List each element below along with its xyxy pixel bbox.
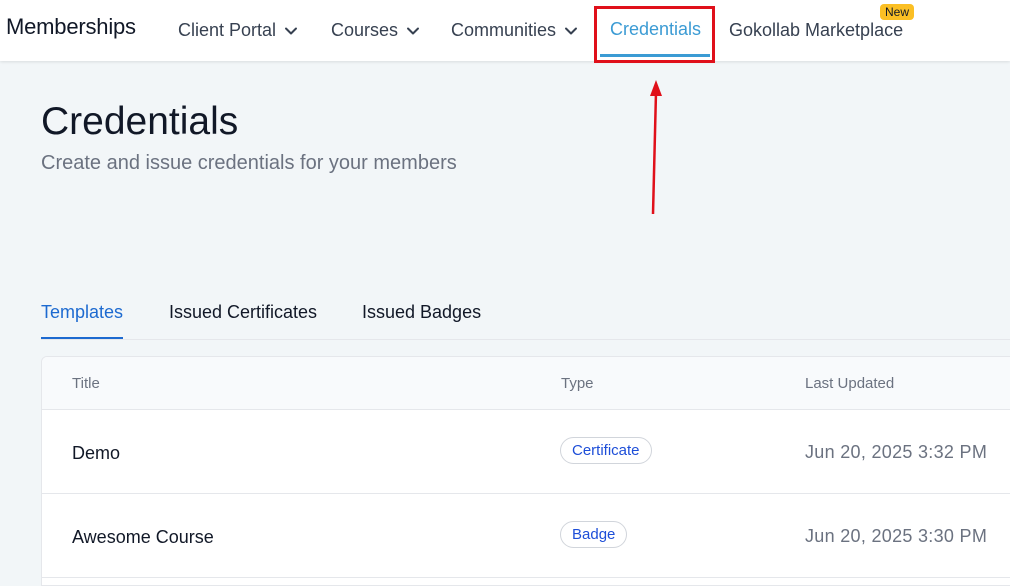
row-title[interactable]: Awesome Course [72,527,214,548]
chevron-down-icon [565,27,578,34]
nav-item-communities[interactable]: Communities [451,20,578,41]
table-header: Title Type Last Updated [42,357,1010,410]
nav-item-client-portal[interactable]: Client Portal [178,20,298,41]
tab-issued-certificates[interactable]: Issued Certificates [169,302,317,323]
type-badge: Certificate [560,437,652,464]
chevron-down-icon [285,27,298,34]
column-header-title[interactable]: Title [72,375,100,392]
chevron-down-icon [407,27,420,34]
table-row[interactable]: Awesome Course Badge Jun 20, 2025 3:30 P… [42,494,1010,578]
nav-item-label: Gokollab Marketplace [729,20,904,40]
tab-issued-badges[interactable]: Issued Badges [362,302,481,323]
templates-table: Title Type Last Updated Demo Certificate… [41,356,1010,586]
annotation-arrow-icon [650,80,662,215]
top-navigation: Memberships Client Portal Courses Commun… [0,0,1010,61]
tab-templates[interactable]: Templates [41,302,124,339]
new-badge: New [880,4,915,20]
nav-item-label: Communities [451,20,557,40]
nav-item-label: Courses [331,20,399,40]
column-header-type[interactable]: Type [561,375,594,392]
nav-item-courses[interactable]: Courses [331,20,420,41]
table-row[interactable]: Demo Certificate Jun 20, 2025 3:32 PM [42,410,1010,494]
row-last-updated: Jun 20, 2025 3:30 PM [805,526,988,546]
credential-tabs: Templates Issued Certificates Issued Bad… [41,302,1010,340]
column-header-last-updated[interactable]: Last Updated [805,375,894,392]
page-title: Credentials [41,100,239,143]
brand-title: Memberships [6,14,136,39]
nav-item-marketplace[interactable]: Gokollab Marketplace [729,20,903,41]
type-badge: Badge [560,521,628,548]
nav-item-label: Client Portal [178,20,277,40]
page-subtitle: Create and issue credentials for your me… [41,152,457,174]
active-nav-indicator [600,54,710,57]
row-title[interactable]: Demo [72,443,120,464]
nav-item-credentials[interactable]: Credentials [610,19,701,40]
row-last-updated: Jun 20, 2025 3:32 PM [805,442,988,462]
nav-item-label: Credentials [610,19,702,39]
